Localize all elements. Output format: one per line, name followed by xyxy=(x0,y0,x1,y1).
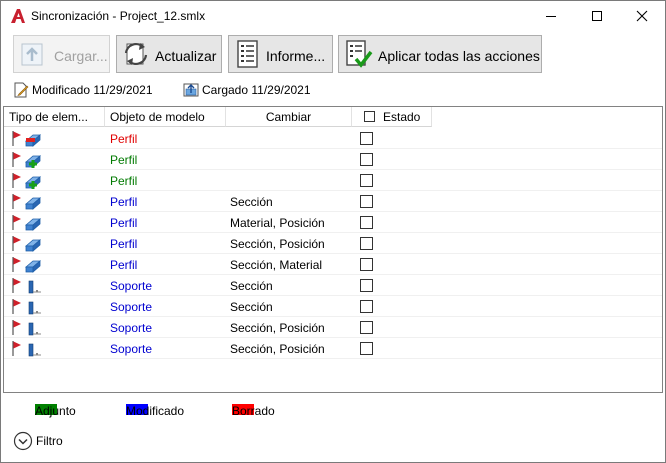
table-row[interactable]: Perfil xyxy=(4,149,662,170)
filter-toggle[interactable]: Filtro xyxy=(13,431,93,451)
refresh-label: Actualizar xyxy=(155,48,217,64)
row-change: Sección xyxy=(230,279,273,293)
row-object: Perfil xyxy=(110,237,138,251)
legend-added: Adjunto xyxy=(13,404,83,419)
row-status-checkbox[interactable] xyxy=(360,174,373,187)
row-status-checkbox[interactable] xyxy=(360,153,373,166)
table-row[interactable]: Perfil xyxy=(4,170,662,191)
column-header-status[interactable]: Estado xyxy=(352,107,432,127)
minimize-button[interactable] xyxy=(528,1,574,31)
maximize-button[interactable] xyxy=(574,1,620,31)
modified-info: Modificado 11/29/2021 xyxy=(13,81,163,99)
refresh-button[interactable]: Actualizar xyxy=(116,35,222,73)
row-object: Perfil xyxy=(110,195,138,209)
filter-label: Filtro xyxy=(36,434,63,448)
table-row[interactable]: Soporte Sección xyxy=(4,275,662,296)
edit-document-icon xyxy=(14,82,29,98)
table-row[interactable]: Perfil Sección, Posición xyxy=(4,233,662,254)
row-status-checkbox[interactable] xyxy=(360,195,373,208)
apply-all-label: Aplicar todas las acciones xyxy=(378,48,540,64)
profile-added-icon xyxy=(11,151,51,169)
apply-all-icon xyxy=(346,40,373,68)
support-modified-icon xyxy=(11,340,51,358)
row-object: Perfil xyxy=(110,132,138,146)
window-title: Sincronización - Project_12.smlx xyxy=(31,9,206,23)
loaded-info: Cargado 11/29/2021 xyxy=(183,81,333,99)
load-label: Cargar... xyxy=(54,48,108,64)
modified-date: Modificado 11/29/2021 xyxy=(32,83,153,97)
sync-window: Sincronización - Project_12.smlx Cargar.… xyxy=(0,0,666,463)
row-status-checkbox[interactable] xyxy=(360,216,373,229)
support-modified-icon xyxy=(11,277,51,295)
legend-deleted: Borrado xyxy=(210,404,290,419)
load-icon xyxy=(21,43,43,66)
row-status-checkbox[interactable] xyxy=(360,321,373,334)
profile-modified-icon xyxy=(11,214,51,232)
row-object: Perfil xyxy=(110,174,138,188)
profile-modified-icon xyxy=(11,193,51,211)
sync-grid: Tipo de elem... Objeto de modelo Cambiar… xyxy=(3,106,663,393)
support-modified-icon xyxy=(11,319,51,337)
row-status-checkbox[interactable] xyxy=(360,258,373,271)
row-object: Soporte xyxy=(110,300,153,314)
row-object: Soporte xyxy=(110,279,153,293)
maximize-icon xyxy=(592,11,602,21)
table-row[interactable]: Soporte Sección xyxy=(4,296,662,317)
status-header-label: Estado xyxy=(383,110,421,124)
row-status-checkbox[interactable] xyxy=(360,237,373,250)
profile-deleted-icon xyxy=(11,130,51,148)
profile-modified-icon xyxy=(11,235,51,253)
chevron-down-circle-icon xyxy=(13,431,33,451)
column-header-change[interactable]: Cambiar xyxy=(226,107,352,127)
table-row[interactable]: Soporte Sección, Posición xyxy=(4,317,662,338)
column-header-object[interactable]: Objeto de modelo xyxy=(105,107,226,127)
close-icon xyxy=(636,10,648,22)
report-label: Informe... xyxy=(266,48,326,64)
row-status-checkbox[interactable] xyxy=(360,342,373,355)
grid-header: Tipo de elem... Objeto de modelo Cambiar… xyxy=(4,107,662,127)
row-change: Sección, Posición xyxy=(230,321,325,335)
legend-added-label: Adjunto xyxy=(35,404,76,418)
row-change: Sección xyxy=(230,300,273,314)
report-button[interactable]: Informe... xyxy=(228,35,333,73)
refresh-icon xyxy=(124,42,148,66)
table-row[interactable]: Perfil Material, Posición xyxy=(4,212,662,233)
legend-modified-label: Modificado xyxy=(126,404,185,418)
row-status-checkbox[interactable] xyxy=(360,279,373,292)
row-change: Material, Posición xyxy=(230,216,325,230)
app-logo-icon xyxy=(11,9,25,23)
row-object: Soporte xyxy=(110,321,153,335)
load-document-icon xyxy=(183,83,199,97)
row-object: Soporte xyxy=(110,342,153,356)
loaded-date: Cargado 11/29/2021 xyxy=(202,83,311,97)
legend-modified: Modificado xyxy=(104,404,194,419)
row-change: Sección, Posición xyxy=(230,342,325,356)
close-button[interactable] xyxy=(619,1,665,31)
table-row[interactable]: Soporte Sección, Posición xyxy=(4,338,662,359)
row-status-checkbox[interactable] xyxy=(360,132,373,145)
column-header-type[interactable]: Tipo de elem... xyxy=(4,107,105,127)
title-bar: Sincronización - Project_12.smlx xyxy=(1,1,665,31)
select-all-checkbox[interactable] xyxy=(364,111,375,122)
row-change: Sección, Posición xyxy=(230,237,325,251)
legend-deleted-label: Borrado xyxy=(232,404,275,418)
report-icon xyxy=(237,40,258,68)
table-row[interactable]: Perfil Sección xyxy=(4,191,662,212)
profile-added-icon xyxy=(11,172,51,190)
profile-modified-icon xyxy=(11,256,51,274)
row-change: Sección xyxy=(230,195,273,209)
support-modified-icon xyxy=(11,298,51,316)
apply-all-button[interactable]: Aplicar todas las acciones xyxy=(338,35,542,73)
row-object: Perfil xyxy=(110,216,138,230)
row-object: Perfil xyxy=(110,153,138,167)
table-row[interactable]: Perfil Sección, Material xyxy=(4,254,662,275)
row-object: Perfil xyxy=(110,258,138,272)
table-row[interactable]: Perfil xyxy=(4,128,662,149)
minimize-icon xyxy=(546,16,556,17)
row-status-checkbox[interactable] xyxy=(360,300,373,313)
row-change: Sección, Material xyxy=(230,258,323,272)
load-button[interactable]: Cargar... xyxy=(13,35,110,73)
